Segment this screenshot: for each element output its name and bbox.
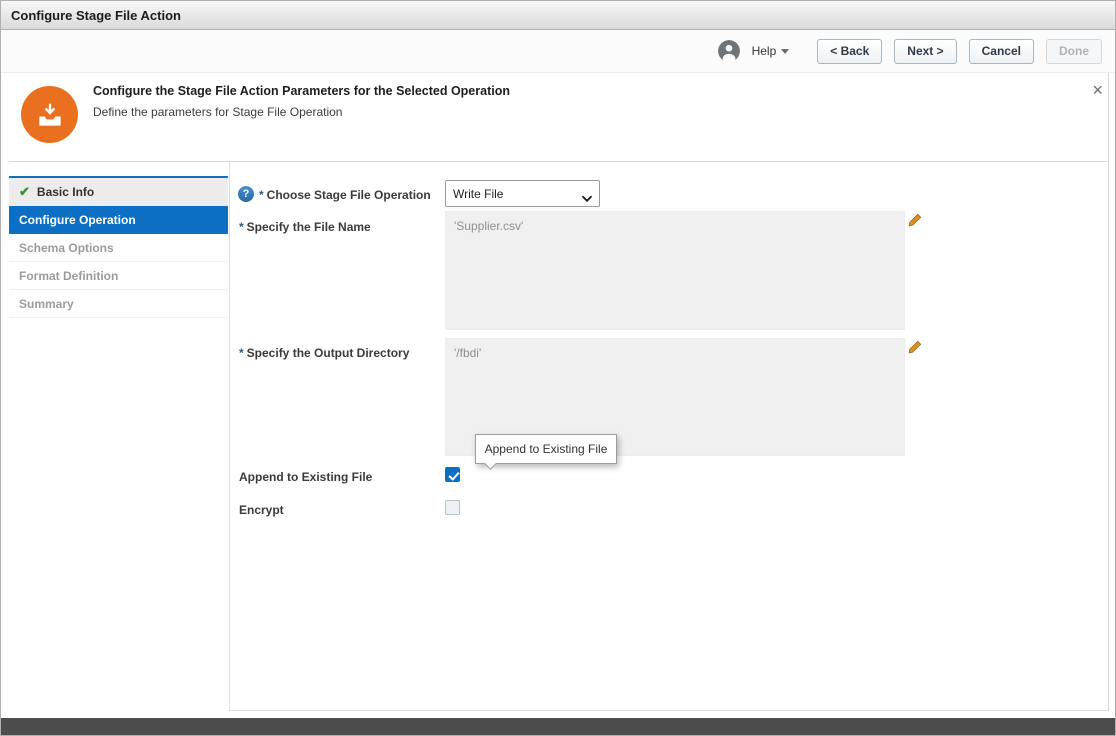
encrypt-checkbox[interactable] xyxy=(445,500,460,515)
step-label: Summary xyxy=(19,296,74,311)
check-icon: ✔ xyxy=(19,183,30,199)
dialog-header-text: Configure the Stage File Action Paramete… xyxy=(93,84,510,119)
operation-label-text: Choose Stage File Operation xyxy=(266,188,431,202)
done-button[interactable]: Done xyxy=(1046,38,1102,64)
sidebar-item-configure-operation[interactable]: Configure Operation xyxy=(9,206,228,234)
append-tooltip: Append to Existing File xyxy=(475,434,617,464)
help-label: Help xyxy=(751,44,777,58)
window-titlebar: Configure Stage File Action xyxy=(1,1,1115,30)
step-label: Format Definition xyxy=(19,268,119,283)
sidebar-item-schema-options[interactable]: Schema Options xyxy=(9,234,228,262)
sidebar-item-basic-info[interactable]: ✔ Basic Info xyxy=(9,178,228,206)
stage-file-operation-select[interactable]: Write File xyxy=(445,180,600,207)
step-label: Configure Operation xyxy=(19,212,136,227)
sidebar-item-format-definition[interactable]: Format Definition xyxy=(9,262,228,290)
append-label: Append to Existing File xyxy=(239,470,373,484)
chevron-down-icon xyxy=(781,48,790,54)
tooltip-text: Append to Existing File xyxy=(484,442,608,456)
dialog-subtitle: Define the parameters for Stage File Ope… xyxy=(93,105,343,119)
step-label: Basic Info xyxy=(36,184,95,199)
dialog-title: Configure the Stage File Action Paramete… xyxy=(93,84,510,98)
required-asterisk: * xyxy=(239,346,244,360)
edit-pencil-icon[interactable] xyxy=(908,213,922,232)
form-panel: ? * Choose Stage File Operation Write Fil… xyxy=(229,162,1108,711)
file-name-input[interactable]: 'Supplier.csv' xyxy=(445,211,905,330)
sidebar-item-summary[interactable]: Summary xyxy=(9,290,228,318)
stage-file-icon xyxy=(21,86,78,143)
append-checkbox[interactable] xyxy=(445,467,460,482)
configure-stage-file-action-window: Configure Stage File Action Help < Back … xyxy=(0,0,1116,736)
encrypt-label: Encrypt xyxy=(239,503,284,517)
edit-pencil-icon[interactable] xyxy=(908,340,922,359)
required-asterisk: * xyxy=(239,220,244,234)
user-icon[interactable] xyxy=(717,40,740,62)
file-name-label-text: Specify the File Name xyxy=(246,220,371,234)
cancel-button[interactable]: Cancel xyxy=(968,38,1034,64)
output-directory-label: * Specify the Output Directory xyxy=(239,346,409,360)
footer-bar xyxy=(1,718,1115,735)
wizard-steps-sidebar: ✔ Basic Info Configure Operation Schema … xyxy=(9,176,228,318)
help-menu[interactable]: Help xyxy=(752,44,790,58)
next-button[interactable]: Next > xyxy=(894,38,957,64)
dialog-header: Configure the Stage File Action Paramete… xyxy=(1,73,1115,161)
page-title: Configure Stage File Action xyxy=(11,7,181,23)
output-directory-label-text: Specify the Output Directory xyxy=(246,346,410,360)
step-label: Schema Options xyxy=(19,240,114,255)
panel-right-border xyxy=(1108,73,1109,711)
help-circle-icon[interactable]: ? xyxy=(238,186,254,202)
close-icon[interactable]: × xyxy=(1092,81,1103,99)
operation-select-wrap: Write File xyxy=(445,180,600,207)
required-asterisk: * xyxy=(259,188,264,202)
file-name-label: * Specify the File Name xyxy=(239,220,371,234)
operation-label: * Choose Stage File Operation xyxy=(259,188,431,202)
toolbar: Help < Back Next > Cancel Done xyxy=(1,30,1115,73)
back-button[interactable]: < Back xyxy=(817,38,883,64)
